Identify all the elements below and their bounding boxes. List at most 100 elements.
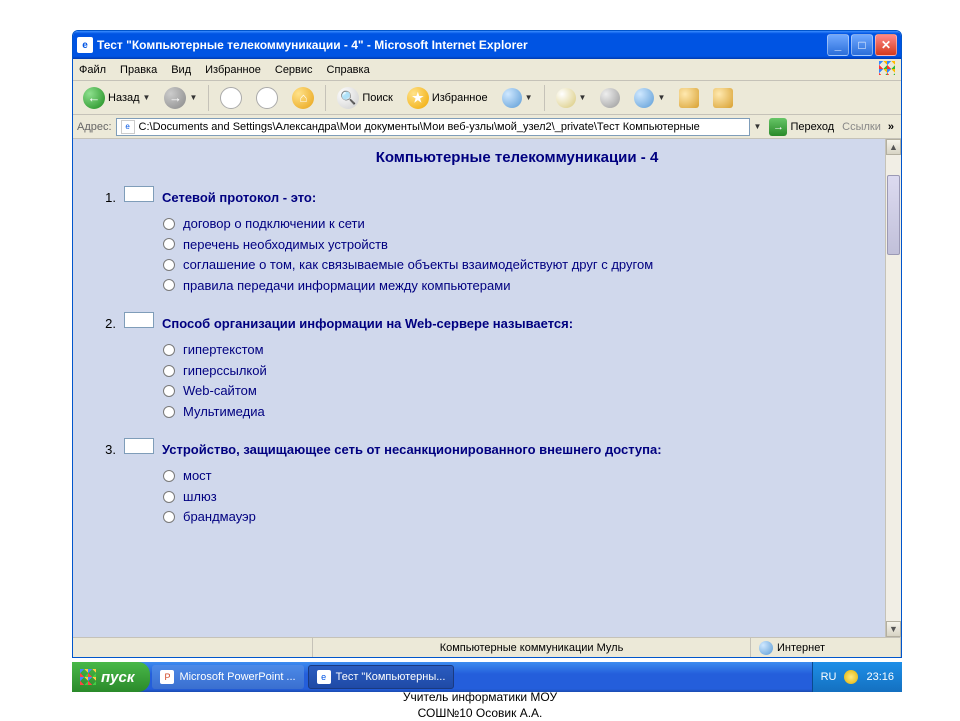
radio-icon[interactable]: [163, 491, 175, 503]
start-label: пуск: [101, 669, 134, 686]
go-icon: →: [769, 118, 787, 136]
start-button[interactable]: пуск: [72, 662, 150, 692]
forward-icon: →: [164, 87, 186, 109]
mail-icon: [556, 88, 576, 108]
vertical-scrollbar[interactable]: ▲ ▼: [885, 139, 901, 637]
q1-text: Сетевой протокол - это:: [162, 190, 316, 205]
globe-icon: [759, 641, 773, 655]
q1-number: 1.: [98, 190, 116, 205]
clock[interactable]: 23:16: [866, 671, 894, 683]
home-icon: ⌂: [292, 87, 314, 109]
research-icon: [713, 88, 733, 108]
q1-option-1[interactable]: договор о подключении к сети: [163, 215, 881, 233]
stop-button[interactable]: ✕: [214, 85, 248, 111]
q1-option-4[interactable]: правила передачи информации между компью…: [163, 277, 881, 295]
powerpoint-icon: P: [160, 670, 174, 684]
q2-option-3[interactable]: Web-сайтом: [163, 382, 881, 400]
home-button[interactable]: ⌂: [286, 85, 320, 111]
menu-file[interactable]: Файл: [79, 64, 106, 76]
refresh-button[interactable]: ↻: [250, 85, 284, 111]
radio-icon[interactable]: [163, 470, 175, 482]
radio-icon[interactable]: [163, 511, 175, 523]
q2-option-1[interactable]: гипертекстом: [163, 341, 881, 359]
q2-number: 2.: [98, 316, 116, 331]
menu-edit[interactable]: Правка: [120, 64, 157, 76]
menu-view[interactable]: Вид: [171, 64, 191, 76]
scroll-track[interactable]: [886, 155, 901, 621]
links-label[interactable]: Ссылки: [842, 121, 881, 133]
q3-option-1[interactable]: мост: [163, 467, 881, 485]
q2-option-2[interactable]: гиперссылкой: [163, 362, 881, 380]
radio-icon[interactable]: [163, 385, 175, 397]
menu-help[interactable]: Справка: [327, 64, 370, 76]
q3-option-3[interactable]: брандмауэр: [163, 508, 881, 526]
scroll-up-button[interactable]: ▲: [886, 139, 901, 155]
radio-icon[interactable]: [163, 406, 175, 418]
question-1: 1. Сетевой протокол - это: договор о под…: [153, 186, 881, 294]
window-title: Тест "Компьютерные телекоммуникации - 4"…: [97, 38, 827, 52]
titlebar[interactable]: e Тест "Компьютерные телекоммуникации - …: [73, 31, 901, 59]
links-expand[interactable]: »: [885, 121, 897, 133]
q2-answer-input[interactable]: [124, 312, 154, 328]
maximize-button[interactable]: □: [851, 34, 873, 56]
mail-button[interactable]: ▼: [550, 86, 593, 110]
go-label: Переход: [790, 121, 834, 133]
system-tray[interactable]: RU 23:16: [812, 662, 902, 692]
forward-button[interactable]: → ▼: [158, 85, 203, 111]
question-2: 2. Способ организации информации на Web-…: [153, 312, 881, 420]
research-button[interactable]: [707, 86, 739, 110]
radio-icon[interactable]: [163, 238, 175, 250]
q3-option-2[interactable]: шлюз: [163, 488, 881, 506]
chevron-down-icon: ▼: [189, 93, 197, 102]
radio-icon[interactable]: [163, 344, 175, 356]
discuss-button[interactable]: [673, 86, 705, 110]
q1-option-2[interactable]: перечень необходимых устройств: [163, 236, 881, 254]
addressbar: Адрес: e C:\Documents and Settings\Алекс…: [73, 115, 901, 139]
scroll-down-button[interactable]: ▼: [886, 621, 901, 637]
page-content: Компьютерные телекоммуникации - 4 1. Сет…: [73, 139, 901, 637]
tray-icon[interactable]: [844, 670, 858, 684]
q3-number: 3.: [98, 442, 116, 457]
menu-tools[interactable]: Сервис: [275, 64, 313, 76]
radio-icon[interactable]: [163, 259, 175, 271]
page-title: Компьютерные телекоммуникации - 4: [153, 149, 881, 166]
address-input[interactable]: e C:\Documents and Settings\Александра\М…: [116, 118, 750, 136]
taskbar-item-powerpoint[interactable]: P Microsoft PowerPoint ...: [152, 665, 303, 689]
q2-option-4[interactable]: Мультимедиа: [163, 403, 881, 421]
status-center: Компьютерные коммуникации Муль: [313, 638, 751, 657]
chevron-down-icon[interactable]: ▼: [754, 122, 762, 131]
favorites-label: Избранное: [432, 92, 488, 104]
scroll-thumb[interactable]: [887, 175, 900, 255]
q1-option-3[interactable]: соглашение о том, как связываемые объект…: [163, 256, 881, 274]
page-favicon: e: [121, 120, 135, 134]
star-icon: ★: [407, 87, 429, 109]
ie-icon: e: [77, 37, 93, 53]
ie-icon: e: [317, 670, 331, 684]
status-zone: Интернет: [777, 642, 825, 654]
q3-answer-input[interactable]: [124, 438, 154, 454]
radio-icon[interactable]: [163, 279, 175, 291]
menu-favorites[interactable]: Избранное: [205, 64, 261, 76]
print-button[interactable]: [594, 86, 626, 110]
back-button[interactable]: ← Назад ▼: [77, 85, 156, 111]
windows-flag-icon: [80, 669, 96, 685]
print-icon: [600, 88, 620, 108]
chevron-down-icon: ▼: [143, 93, 151, 102]
radio-icon[interactable]: [163, 365, 175, 377]
q1-answer-input[interactable]: [124, 186, 154, 202]
close-button[interactable]: ✕: [875, 34, 897, 56]
stop-icon: ✕: [220, 87, 242, 109]
statusbar: Компьютерные коммуникации Муль Интернет: [73, 637, 901, 657]
edit-button[interactable]: ▼: [628, 86, 671, 110]
media-button[interactable]: ▼: [496, 86, 539, 110]
search-button[interactable]: 🔍 Поиск: [331, 85, 398, 111]
edit-icon: [634, 88, 654, 108]
back-icon: ←: [83, 87, 105, 109]
minimize-button[interactable]: _: [827, 34, 849, 56]
toolbar: ← Назад ▼ → ▼ ✕ ↻ ⌂ 🔍 Поиск ★ Избранное …: [73, 81, 901, 115]
favorites-button[interactable]: ★ Избранное: [401, 85, 494, 111]
radio-icon[interactable]: [163, 218, 175, 230]
go-button[interactable]: → Переход: [765, 118, 838, 136]
language-indicator[interactable]: RU: [821, 671, 837, 683]
taskbar-item-test[interactable]: e Тест "Компьютерны...: [308, 665, 455, 689]
